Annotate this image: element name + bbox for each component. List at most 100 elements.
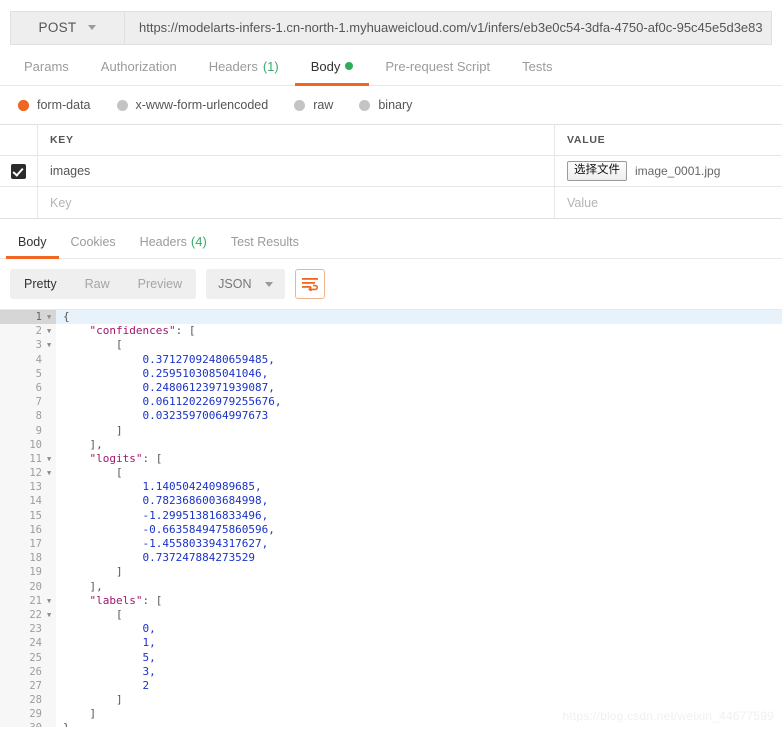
empty-row-value-cell[interactable]: Value (555, 187, 782, 218)
line-number: 11 (0, 451, 46, 467)
code-text: 1.140504240989685, (56, 480, 782, 494)
code-text: 0.2595103085041046, (56, 367, 782, 381)
choose-file-button[interactable]: 选择文件 (567, 161, 627, 181)
row-enabled-checkbox[interactable] (11, 163, 26, 179)
response-body-code-viewer[interactable]: 1 ▼{2 ▼ "confidences": [3 ▼ [4 0.3712709248… (0, 309, 782, 727)
json-number-token: 0.737247884273529 (63, 551, 256, 565)
code-line: 3 ▼ [ (0, 338, 782, 353)
request-tab-params[interactable]: Params (8, 49, 85, 86)
json-number-token: 5, (63, 650, 156, 664)
code-text: -1.299513816833496, (56, 509, 782, 523)
body-type-x-www-form-urlencoded[interactable]: x-www-form-urlencoded (116, 98, 268, 112)
line-number: 19 (0, 565, 46, 580)
response-format-selector[interactable]: JSON (206, 269, 286, 299)
fold-toggle-icon[interactable]: ▼ (46, 607, 56, 623)
tab-label: Body (310, 58, 341, 74)
code-line: 10 ], (0, 437, 782, 452)
row-check-cell (0, 156, 38, 186)
line-number: 24 (0, 636, 46, 651)
fold-spacer (46, 678, 56, 694)
fold-spacer (46, 579, 56, 594)
line-number: 14 (0, 494, 46, 509)
view-mode-pretty[interactable]: Pretty (10, 269, 71, 299)
tab-label: Headers (139, 234, 187, 249)
fold-spacer (46, 551, 56, 566)
line-number: 29 (0, 707, 46, 722)
line-number: 23 (0, 622, 46, 637)
json-number-token: 0.7823686003684998, (63, 494, 269, 508)
json-punct-token: } (63, 721, 70, 727)
row-key-cell[interactable]: images (38, 156, 555, 186)
response-tab-headers[interactable]: Headers (4) (128, 227, 219, 259)
request-tab-tests[interactable]: Tests (506, 49, 568, 86)
fold-toggle-icon[interactable]: ▼ (46, 310, 56, 325)
view-mode-raw[interactable]: Raw (71, 269, 124, 299)
code-text: ], (56, 438, 782, 452)
json-punct-token: : [ (142, 593, 163, 607)
tab-label: Test Results (230, 234, 299, 249)
code-line: 9 ] (0, 423, 782, 438)
http-method-selector[interactable]: POST (10, 10, 124, 45)
json-number-token: 1.140504240989685, (63, 480, 262, 494)
value-column-header: VALUE (567, 134, 606, 146)
code-text: 0.061120226979255676, (56, 395, 782, 409)
fold-spacer (46, 650, 56, 665)
fold-toggle-icon[interactable]: ▼ (46, 593, 56, 608)
tab-label: Body (18, 234, 47, 249)
code-line: 14 0.7823686003684998, (0, 494, 782, 509)
key-column-header: KEY (50, 134, 74, 146)
fold-spacer (46, 622, 56, 637)
line-number: 26 (0, 664, 46, 679)
body-type-binary[interactable]: binary (359, 98, 412, 112)
radio-button-icon (359, 99, 371, 111)
tab-label: Headers (208, 58, 258, 74)
code-line: 15 -1.299513816833496, (0, 508, 782, 523)
json-number-token: 0.37127092480659485, (63, 352, 275, 366)
word-wrap-button[interactable] (295, 269, 326, 299)
json-punct-token: ] (63, 565, 123, 579)
line-number: 18 (0, 551, 46, 566)
empty-row-key-cell[interactable]: Key (38, 187, 555, 218)
json-punct-token: { (63, 310, 70, 323)
json-punct-token: : [ (142, 451, 163, 465)
code-text: "labels": [ (56, 594, 782, 608)
fold-spacer (46, 664, 56, 679)
json-number-token: 0.03235970064997673 (63, 409, 269, 423)
json-number-token: 0.24806123971939087, (63, 380, 275, 394)
code-line: 8 0.03235970064997673 (0, 409, 782, 424)
fold-toggle-icon[interactable]: ▼ (46, 451, 56, 467)
response-tab-test-results[interactable]: Test Results (219, 227, 311, 259)
json-punct-token: [ (63, 466, 123, 480)
code-text: [ (56, 338, 782, 352)
request-tab-body[interactable]: Body (294, 49, 370, 86)
request-tab-pre-request-script[interactable]: Pre-request Script (369, 49, 506, 86)
request-tab-authorization[interactable]: Authorization (85, 49, 193, 86)
body-type-form-data[interactable]: form-data (18, 98, 91, 112)
request-tab-headers[interactable]: Headers (1) (193, 49, 295, 86)
code-line: 17 -1.455803394317627, (0, 537, 782, 552)
code-line: 24 1, (0, 636, 782, 651)
line-number: 17 (0, 537, 46, 552)
fold-toggle-icon[interactable]: ▼ (46, 466, 56, 481)
chevron-down-icon (88, 25, 97, 30)
response-tab-cookies[interactable]: Cookies (59, 227, 128, 259)
view-mode-preview[interactable]: Preview (124, 269, 196, 299)
code-text: 0.03235970064997673 (56, 409, 782, 423)
fold-spacer (46, 380, 56, 396)
code-line: 11 ▼ "logits": [ (0, 451, 782, 467)
response-tab-body[interactable]: Body (6, 227, 59, 259)
code-line: 4 0.37127092480659485, (0, 352, 782, 367)
url-input[interactable]: https://modelarts-infers-1.cn-north-1.my… (124, 10, 772, 45)
fold-toggle-icon[interactable]: ▼ (46, 338, 56, 353)
table-header-row: KEY VALUE (0, 125, 782, 156)
code-text: 0.7823686003684998, (56, 494, 782, 508)
table-empty-row: Key Value (0, 187, 782, 218)
fold-spacer (46, 423, 56, 438)
line-number: 4 (0, 352, 46, 367)
fold-spacer (46, 522, 56, 537)
fold-toggle-icon[interactable]: ▼ (46, 324, 56, 339)
body-type-raw[interactable]: raw (294, 98, 333, 112)
line-number: 20 (0, 579, 46, 594)
json-number-token: 2 (63, 678, 150, 692)
json-punct-token: ], (63, 437, 103, 451)
